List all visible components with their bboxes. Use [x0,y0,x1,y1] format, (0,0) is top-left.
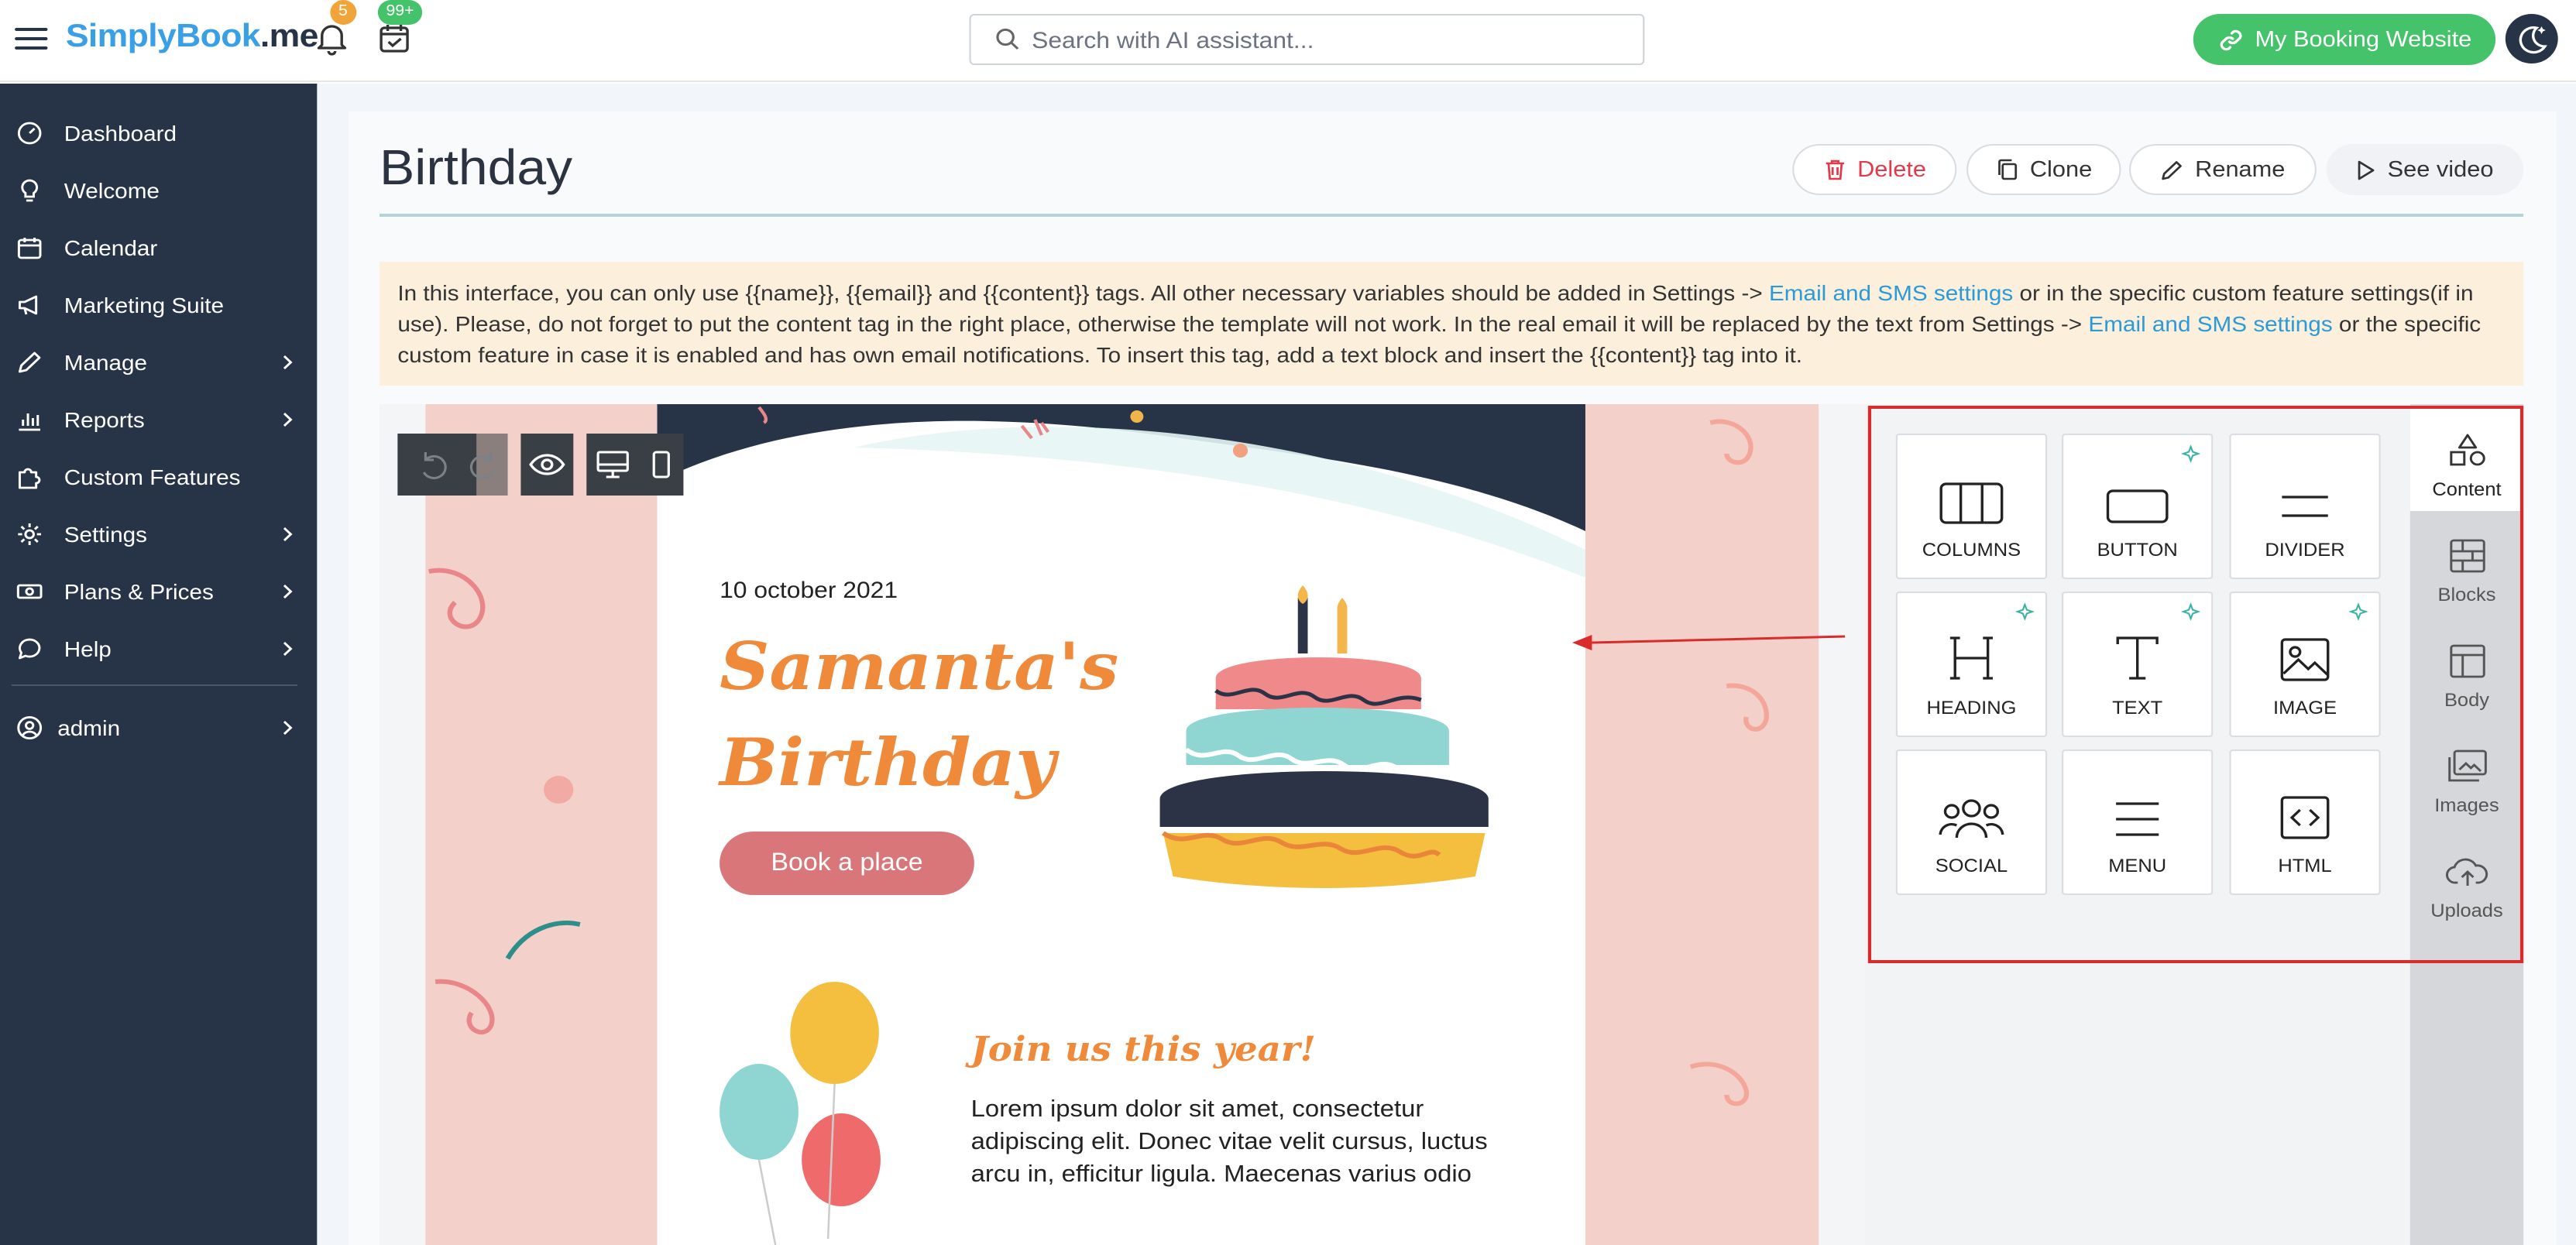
chevron-right-icon [283,585,293,598]
delete-button[interactable]: Delete [1792,144,1957,195]
menu-icon[interactable] [13,22,50,56]
sidebar: Dashboard Welcome Calendar Marketing Sui… [0,84,318,1245]
mobile-view-button[interactable] [641,435,683,494]
sidebar-item-custom-features[interactable]: Custom Features [0,454,317,500]
play-icon [2358,159,2375,180]
bar-chart-icon [19,413,40,431]
pencil-icon [2162,160,2183,180]
eye-icon [529,454,565,475]
preview-button[interactable] [520,434,574,496]
event-date[interactable]: 10 october 2021 [720,578,898,604]
page-title: Birthday [379,139,573,195]
search-bar[interactable] [969,14,1645,65]
chevron-right-icon [283,527,293,541]
sidebar-item-marketing-suite[interactable]: Marketing Suite [0,282,317,328]
bulb-icon [21,179,39,202]
logo[interactable]: SimplyBook.me [66,19,319,56]
sidebar-item-admin[interactable]: admin [0,705,317,751]
sidebar-item-help[interactable]: Help [0,626,317,672]
email-side-left [425,404,658,1245]
bell-icon[interactable] [315,22,348,56]
sidebar-item-settings[interactable]: Settings [0,511,317,557]
sidebar-item-manage[interactable]: Manage [0,339,317,386]
theme-toggle-button[interactable] [2505,14,2558,63]
rename-button[interactable]: Rename [2129,144,2317,195]
sidebar-item-plans-prices[interactable]: Plans & Prices [0,568,317,615]
email-side-right [1585,404,1819,1245]
sidebar-divider [11,684,297,686]
sidebar-item-calendar[interactable]: Calendar [0,225,317,271]
annotation-arrow [1571,635,1846,650]
email-sms-settings-link[interactable]: Email and SMS settings [1769,280,2013,305]
calendar-check-icon[interactable] [378,22,410,56]
clone-button[interactable]: Clone [1966,144,2121,195]
search-input[interactable] [1032,25,1623,56]
chevron-right-icon [283,642,293,656]
trash-icon [1825,159,1844,180]
book-a-place-button[interactable]: Book a place [720,832,974,895]
puzzle-icon [18,468,41,489]
money-icon [16,584,43,599]
email-sms-settings-link-2[interactable]: Email and SMS settings [2088,311,2332,336]
pencil-icon [18,352,41,373]
moon-icon [2519,26,2547,54]
cake-image[interactable] [1150,585,1495,895]
info-notice: In this interface, you can only use {{na… [379,262,2524,386]
sidebar-item-dashboard[interactable]: Dashboard [0,110,317,156]
link-icon [2219,29,2241,50]
my-booking-website-button[interactable]: My Booking Website [2193,14,2496,65]
sidebar-item-welcome[interactable]: Welcome [0,167,317,214]
sidebar-item-reports[interactable]: Reports [0,396,317,443]
search-icon [996,28,1019,50]
join-heading[interactable]: Join us this year! [971,1030,1316,1070]
dashboard-icon [17,122,42,145]
see-video-button[interactable]: See video [2326,144,2524,195]
redo-button[interactable] [463,446,506,483]
email-body-text[interactable]: Lorem ipsum dolor sit amet, consectetur … [971,1093,1513,1191]
user-icon [17,715,43,740]
undo-button[interactable] [410,446,456,483]
calendar-icon [17,238,42,259]
chevron-right-icon [283,413,293,427]
notifications-badge: 5 [330,0,356,25]
copy-icon [1997,159,2017,180]
gear-icon [18,523,42,545]
email-heading[interactable]: Samanta's Birthday [720,619,1118,811]
bookings-badge: 99+ [377,0,423,25]
chevron-right-icon [283,721,293,735]
megaphone-icon [18,295,38,315]
balloons-image[interactable] [706,968,895,1245]
highlight-box [1867,406,2524,963]
chat-icon [18,638,41,660]
title-underline [379,214,2524,217]
desktop-view-button[interactable] [588,435,637,494]
chevron-right-icon [283,355,293,369]
